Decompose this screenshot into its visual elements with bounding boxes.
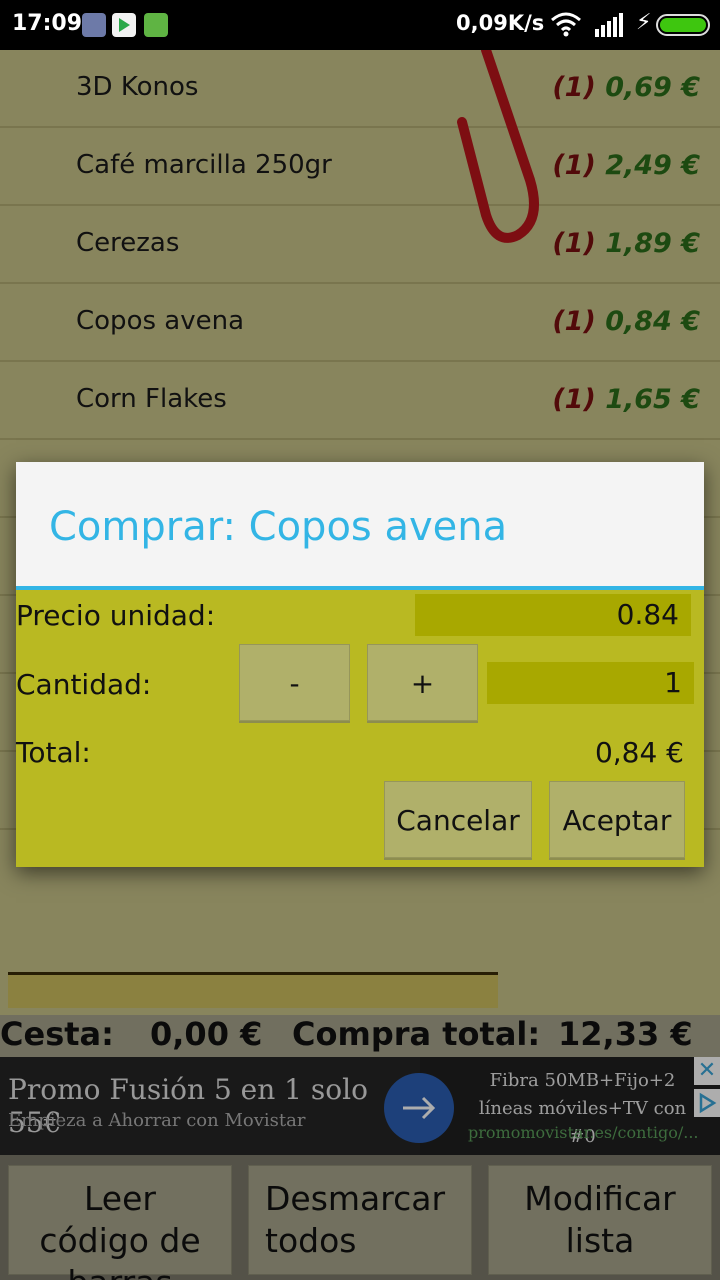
total-value: 0,84 € xyxy=(594,736,684,769)
dialog-title: Comprar: Copos avena xyxy=(49,504,508,550)
play-store-icon xyxy=(112,13,136,37)
quantity-label: Cantidad: xyxy=(16,668,152,701)
accept-button[interactable]: Aceptar xyxy=(549,781,685,858)
quantity-field[interactable]: 1 xyxy=(487,662,694,704)
unit-price-label: Precio unidad: xyxy=(16,599,216,632)
clock: 17:09 xyxy=(12,11,83,36)
cancel-button[interactable]: Cancelar xyxy=(384,781,532,858)
dialog-header: Comprar: Copos avena xyxy=(16,462,704,590)
increase-quantity-button[interactable]: + xyxy=(367,644,478,721)
total-label: Total: xyxy=(16,736,91,769)
wifi-icon xyxy=(551,12,581,37)
battery-icon xyxy=(656,14,710,36)
network-speed: 0,09K/s xyxy=(456,11,545,35)
status-bar: 17:09 0,09K/s ⚡ xyxy=(0,0,720,50)
kodi-icon xyxy=(82,13,106,37)
charging-icon: ⚡ xyxy=(636,10,652,35)
decrease-quantity-button[interactable]: - xyxy=(239,644,350,721)
signal-icon xyxy=(595,13,623,37)
buy-dialog: Comprar: Copos avena Precio unidad: 0.84… xyxy=(16,462,704,867)
android-icon xyxy=(144,13,168,37)
unit-price-field[interactable]: 0.84 xyxy=(415,594,691,636)
